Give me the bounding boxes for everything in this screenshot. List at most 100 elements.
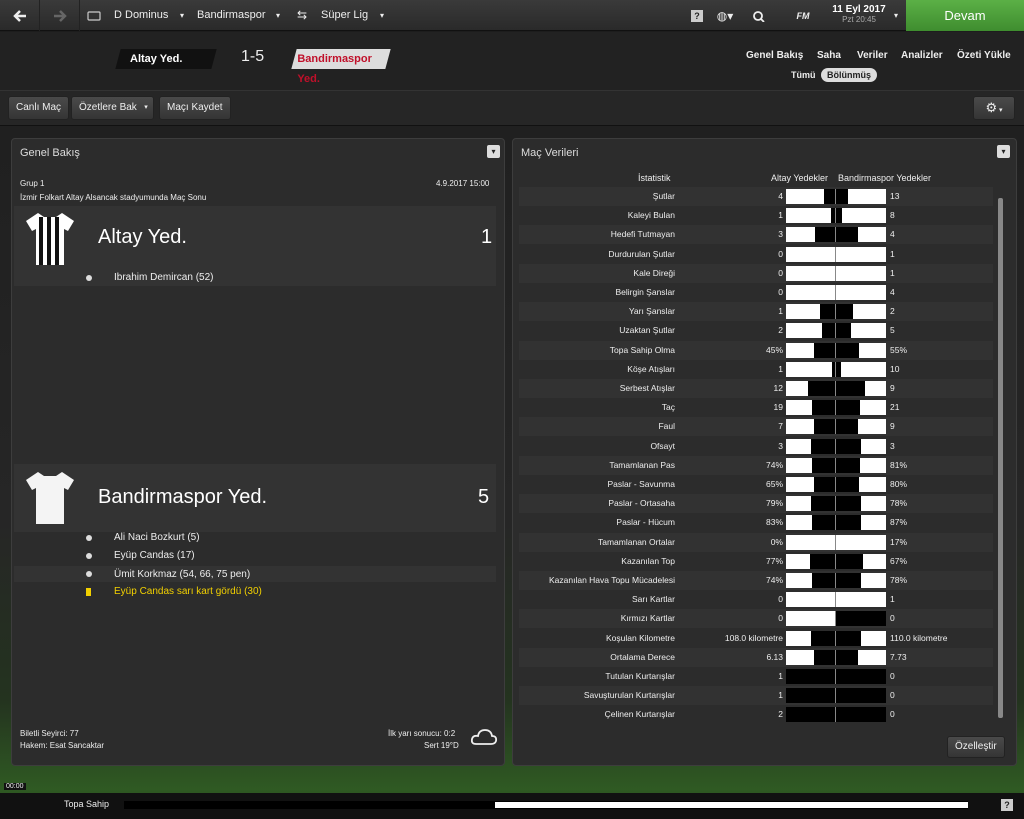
stat-home-value: 1 — [778, 671, 783, 681]
stat-row: Tutulan Kurtarışlar 1 0 — [519, 667, 993, 686]
stat-home-value: 0 — [778, 267, 783, 278]
stat-label: Köşe Atışları — [627, 363, 675, 374]
stat-home-value: 0 — [778, 594, 783, 605]
stat-label: Taç — [661, 402, 675, 413]
stat-row: Savuşturulan Kurtarışlar 1 0 — [519, 686, 993, 706]
stat-home-value: 3 — [778, 229, 783, 240]
stat-comparison-bar — [786, 707, 886, 723]
stat-label: Paslar - Ortasaha — [608, 498, 675, 509]
stat-row: Köşe Atışları 1 10 — [519, 360, 993, 379]
possession-timeline — [124, 801, 968, 809]
stat-comparison-bar — [786, 534, 886, 550]
stat-away-value: 1 — [890, 594, 895, 605]
stat-home-value: 19 — [773, 402, 783, 413]
stat-away-value: 0 — [890, 709, 895, 720]
stat-away-value: 1 — [890, 248, 895, 259]
stat-away-value: 78% — [890, 575, 908, 585]
stat-label: Koşulan Kilometre — [606, 632, 675, 643]
stat-away-value: 0 — [890, 690, 895, 701]
stat-bar-away — [836, 669, 886, 684]
stat-away-value: 0 — [890, 613, 895, 624]
stat-label: Savuşturulan Kurtarışlar — [583, 690, 675, 701]
stat-row: Yarı Şanslar 1 2 — [519, 302, 993, 322]
stat-bar-divider — [835, 246, 836, 262]
stat-bar-home — [786, 707, 836, 723]
stat-bar-divider — [835, 361, 836, 377]
stat-row: Durdurulan Şutlar 0 1 — [519, 245, 993, 264]
stat-label: Serbest Atışlar — [619, 383, 675, 393]
stat-home-value: 65% — [765, 479, 783, 489]
stat-bar-away — [836, 573, 861, 588]
stat-away-value: 110.0 kilometre — [890, 632, 948, 643]
stat-label: Belirgin Şanslar — [615, 287, 675, 297]
stat-comparison-bar — [786, 361, 886, 377]
stat-bar-divider — [835, 515, 836, 531]
customize-button[interactable]: Özelleştir — [947, 736, 1005, 758]
stat-row: Koşulan Kilometre 108.0 kilometre 110.0 ki… — [519, 629, 993, 648]
stat-bar-away — [836, 496, 861, 512]
stat-bar-away — [836, 419, 858, 435]
stat-away-value: 9 — [890, 421, 895, 432]
stat-bar-away — [836, 400, 860, 416]
stat-bar-home — [821, 323, 836, 339]
stat-bar-home — [813, 342, 836, 358]
stat-bar-away — [836, 342, 859, 358]
scrollbar-thumb[interactable] — [998, 198, 1003, 718]
stat-home-value: 74% — [765, 459, 783, 470]
stat-home-value: 7 — [778, 421, 783, 432]
stat-bar-home — [819, 304, 836, 320]
stat-row: Uzaktan Şutlar 2 5 — [519, 321, 993, 340]
stat-bar-divider — [835, 381, 836, 396]
stat-label: Kale Direği — [633, 267, 675, 278]
bottom-help-icon[interactable]: ? — [1001, 799, 1013, 811]
stat-row: Sarı Kartlar 0 1 — [519, 590, 993, 609]
stat-away-value: 21 — [890, 402, 900, 413]
stat-comparison-bar — [786, 553, 886, 569]
stat-bar-home — [814, 419, 836, 435]
stat-label: Tutulan Kurtarışlar — [605, 671, 675, 681]
stat-comparison-bar — [786, 438, 886, 454]
stat-bar-away — [836, 553, 863, 569]
stat-label: Şutlar — [652, 191, 675, 201]
stat-bar-home — [807, 381, 836, 396]
stat-home-value: 1 — [778, 363, 783, 374]
stat-comparison-bar — [786, 227, 886, 243]
stat-away-value: 5 — [890, 325, 895, 336]
stat-bar-home — [814, 227, 836, 243]
stat-comparison-bar — [786, 265, 886, 281]
stat-bar-away — [836, 227, 858, 243]
stat-bar-away — [836, 361, 841, 377]
stat-away-value: 2 — [890, 306, 895, 317]
stat-label: Çelinen Kurtarışlar — [604, 709, 675, 720]
stats-table: Şutlar 4 13 Kaleyi Bulan 1 8 Hedefi Tutmayan 3 4… — [0, 0, 1024, 737]
stat-home-value: 108.0 kilometre — [724, 632, 783, 643]
stat-bar-divider — [835, 496, 836, 512]
stat-away-value: 17% — [890, 536, 908, 547]
stat-row: Şutlar 4 13 — [519, 187, 993, 206]
stat-bar-away — [836, 630, 861, 646]
stat-bar-divider — [835, 189, 836, 204]
stat-row: Serbest Atışlar 12 9 — [519, 379, 993, 398]
stat-bar-away — [836, 477, 859, 492]
stat-home-value: 0 — [778, 287, 783, 297]
stat-row: Paslar - Savunma 65% 80% — [519, 475, 993, 494]
stat-away-value: 13 — [890, 191, 900, 201]
stat-home-value: 45% — [765, 344, 783, 355]
stat-comparison-bar — [786, 323, 886, 339]
stat-bar-away — [836, 189, 848, 204]
stat-comparison-bar — [786, 457, 886, 473]
stat-bar-home — [786, 669, 836, 684]
stats-scrollbar[interactable] — [997, 190, 1005, 730]
stat-comparison-bar — [786, 649, 886, 665]
stat-home-value: 1 — [778, 210, 783, 221]
weather-label: Sert 19°D — [424, 741, 459, 750]
stat-label: Topa Sahip Olma — [609, 344, 675, 355]
stat-away-value: 3 — [890, 440, 895, 451]
stat-row: Taç 19 21 — [519, 398, 993, 417]
stat-label: Paslar - Hücum — [616, 517, 675, 528]
stat-label: Ofsayt — [650, 440, 675, 451]
stat-comparison-bar — [786, 304, 886, 320]
stat-comparison-bar — [786, 419, 886, 435]
stat-bar-divider — [835, 573, 836, 588]
stat-away-value: 4 — [890, 287, 895, 297]
